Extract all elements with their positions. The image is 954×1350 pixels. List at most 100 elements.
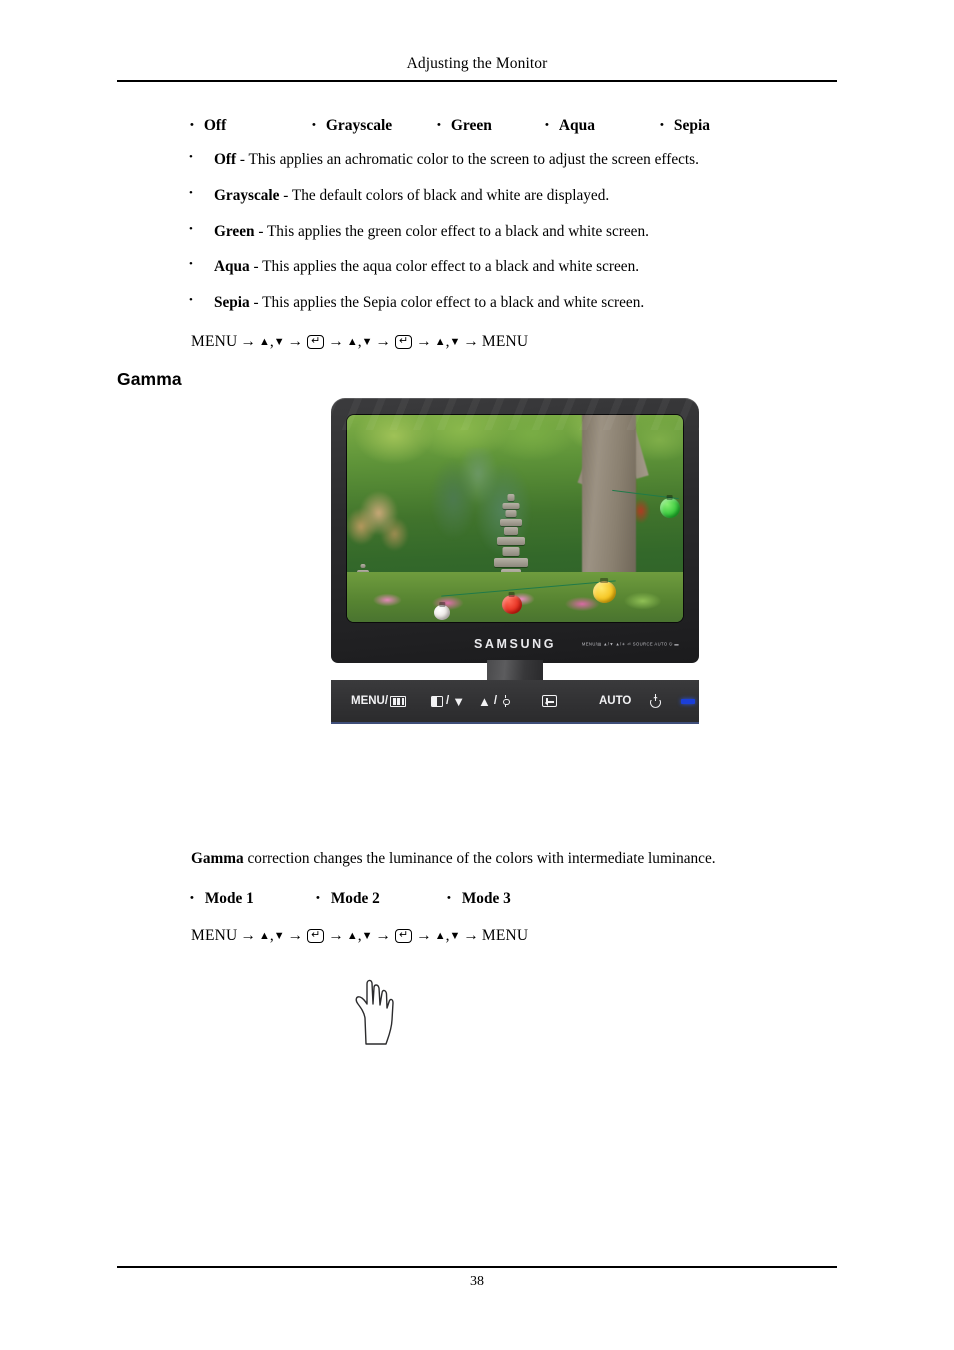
list-item: • Aqua - This applies the aqua color eff…	[186, 258, 826, 276]
option-aqua: • Aqua	[545, 117, 660, 135]
term-label: Sepia	[214, 294, 250, 312]
arrow-icon: →	[240, 333, 256, 350]
triangle-up-icon: ▲	[346, 930, 358, 942]
triangle-down-icon: ▼	[273, 930, 285, 942]
samsung-logo: SAMSUNG	[473, 637, 557, 651]
term-text: - This applies an achromatic color to th…	[236, 151, 699, 168]
bezel-brand-bar: SAMSUNG MENU/▤ ▲/▼ ▲/☀ ⏎ SOURCE AUTO ⏻ ▬	[347, 631, 683, 657]
option-label: Sepia	[673, 117, 711, 134]
bullet-dot: •	[189, 186, 193, 199]
color-effect-options-row: • Off • Grayscale • Green • Aqua • Sepia	[190, 117, 810, 135]
arrow-icon: →	[375, 927, 391, 944]
triangle-down-icon: ▼	[361, 336, 373, 348]
option-label: Grayscale	[325, 117, 393, 134]
page-number: 38	[470, 1274, 484, 1289]
enter-key-icon: ↵	[307, 929, 325, 943]
monitor-control-strip: MENU/ / ▼ ▲ / AUTO	[331, 680, 699, 1045]
term-label: Green	[214, 222, 255, 240]
separator-slash: /	[493, 695, 498, 707]
triangle-up-icon: ▲	[346, 336, 358, 348]
option-off: • Off	[190, 117, 312, 135]
triangle-down-icon: ▼	[361, 930, 373, 942]
source-enter-button[interactable]	[542, 695, 557, 707]
contrast-icon	[431, 695, 443, 707]
term-text: - This applies the Sepia color effect to…	[249, 294, 645, 312]
monitor-figure: SAMSUNG MENU/▤ ▲/▼ ▲/☀ ⏎ SOURCE AUTO ⏻ ▬…	[331, 398, 699, 1045]
triangle-up-icon: ▲	[434, 930, 446, 942]
option-label: Aqua	[558, 117, 596, 134]
bullet-dot: •	[189, 222, 193, 235]
monitor-screen	[347, 415, 683, 622]
gamma-term: Gamma	[191, 850, 244, 867]
page-header-title: Adjusting the Monitor	[406, 55, 548, 72]
gamma-mode-options-row: • Mode 1 • Mode 2 • Mode 3	[190, 890, 511, 908]
pointing-hand-cursor	[355, 979, 394, 1045]
monitor-bezel: SAMSUNG MENU/▤ ▲/▼ ▲/☀ ⏎ SOURCE AUTO ⏻ ▬	[331, 398, 699, 663]
triangle-up-icon: ▲	[258, 930, 270, 942]
term-text: - This applies the green color effect to…	[254, 222, 649, 240]
option-label: Mode 3	[461, 890, 511, 907]
enter-key-icon: ↵	[394, 335, 413, 349]
term-label: Aqua	[214, 258, 250, 276]
gamma-description-text: correction changes the luminance of the …	[243, 850, 716, 867]
arrow-icon: →	[375, 333, 391, 350]
arrow-icon: →	[463, 333, 479, 350]
triangle-up-icon: ▲	[478, 693, 491, 709]
bullet-dot: •	[189, 151, 193, 163]
monitor-stand-neck	[487, 660, 543, 682]
menu-navigation-sequence: MENU → ▲,▼ → ↵ → ▲,▼ → ↵ → ▲,▼ → MENU	[191, 334, 528, 350]
auto-button-label: AUTO	[599, 695, 632, 707]
triangle-up-icon: ▲	[434, 336, 446, 348]
brightness-up-button[interactable]: ▲ /	[478, 695, 511, 708]
arrow-icon: →	[240, 927, 256, 944]
triangle-down-icon: ▼	[449, 336, 461, 348]
auto-button[interactable]: AUTO	[599, 695, 631, 707]
enter-key-icon: ↵	[307, 335, 325, 349]
gamma-navigation-sequence: MENU → ▲,▼ → ↵ → ▲,▼ → ↵ → ▲,▼ → MENU	[191, 928, 528, 944]
gamma-description: Gamma correction changes the luminance o…	[191, 850, 716, 868]
brightness-icon	[500, 695, 511, 707]
arrow-icon: →	[416, 333, 432, 350]
option-label: Green	[450, 117, 492, 134]
term-label: Grayscale	[214, 186, 280, 204]
lantern-red	[501, 594, 522, 614]
maple-tree-left	[347, 477, 428, 573]
lantern-green	[659, 497, 680, 518]
document-page: Adjusting the Monitor • Off • Grayscale • G…	[0, 0, 954, 1350]
bullet-dot: •	[189, 294, 193, 307]
led-indicator	[681, 698, 695, 704]
mode-2-option: • Mode 2	[316, 890, 447, 908]
contrast-down-button[interactable]: / ▼	[431, 695, 465, 708]
mode-1-option: • Mode 1	[190, 890, 316, 908]
menu-button[interactable]: MENU/	[351, 695, 407, 707]
option-label: Mode 1	[204, 890, 254, 907]
section-title-gamma: Gamma	[117, 369, 182, 389]
option-grayscale: • Grayscale	[312, 117, 437, 135]
footer-divider	[117, 1266, 837, 1268]
triangle-up-icon: ▲	[258, 336, 270, 348]
enter-key-icon: ↵	[394, 929, 413, 943]
list-item: • Grayscale - The default colors of blac…	[186, 186, 826, 204]
arrow-icon: →	[287, 927, 304, 944]
triangle-down-icon: ▼	[449, 930, 461, 942]
term-text: - The default colors of black and white …	[279, 186, 610, 204]
nav-end-label: MENU	[481, 333, 529, 350]
triangle-down-icon: ▼	[452, 693, 466, 709]
header-divider	[117, 80, 837, 82]
option-label: Off	[203, 117, 227, 134]
enter-source-icon	[542, 695, 557, 707]
arrow-icon: →	[328, 333, 344, 350]
nav-start-label: MENU	[191, 927, 238, 944]
power-led-indicator	[681, 698, 695, 704]
list-item: • Green - This applies the green color e…	[186, 222, 826, 240]
list-item: • Sepia - This applies the Sepia color e…	[186, 294, 826, 312]
power-button[interactable]	[649, 693, 662, 708]
option-green: • Green	[437, 117, 545, 135]
bullet-dot: •	[189, 258, 193, 271]
mode-3-option: • Mode 3	[447, 890, 511, 908]
arrow-icon: →	[287, 333, 304, 350]
triangle-down-icon: ▼	[273, 336, 285, 348]
bezel-button-labels: MENU/▤ ▲/▼ ▲/☀ ⏎ SOURCE AUTO ⏻ ▬	[581, 641, 679, 647]
power-icon	[649, 693, 662, 708]
arrow-icon: →	[463, 927, 479, 944]
